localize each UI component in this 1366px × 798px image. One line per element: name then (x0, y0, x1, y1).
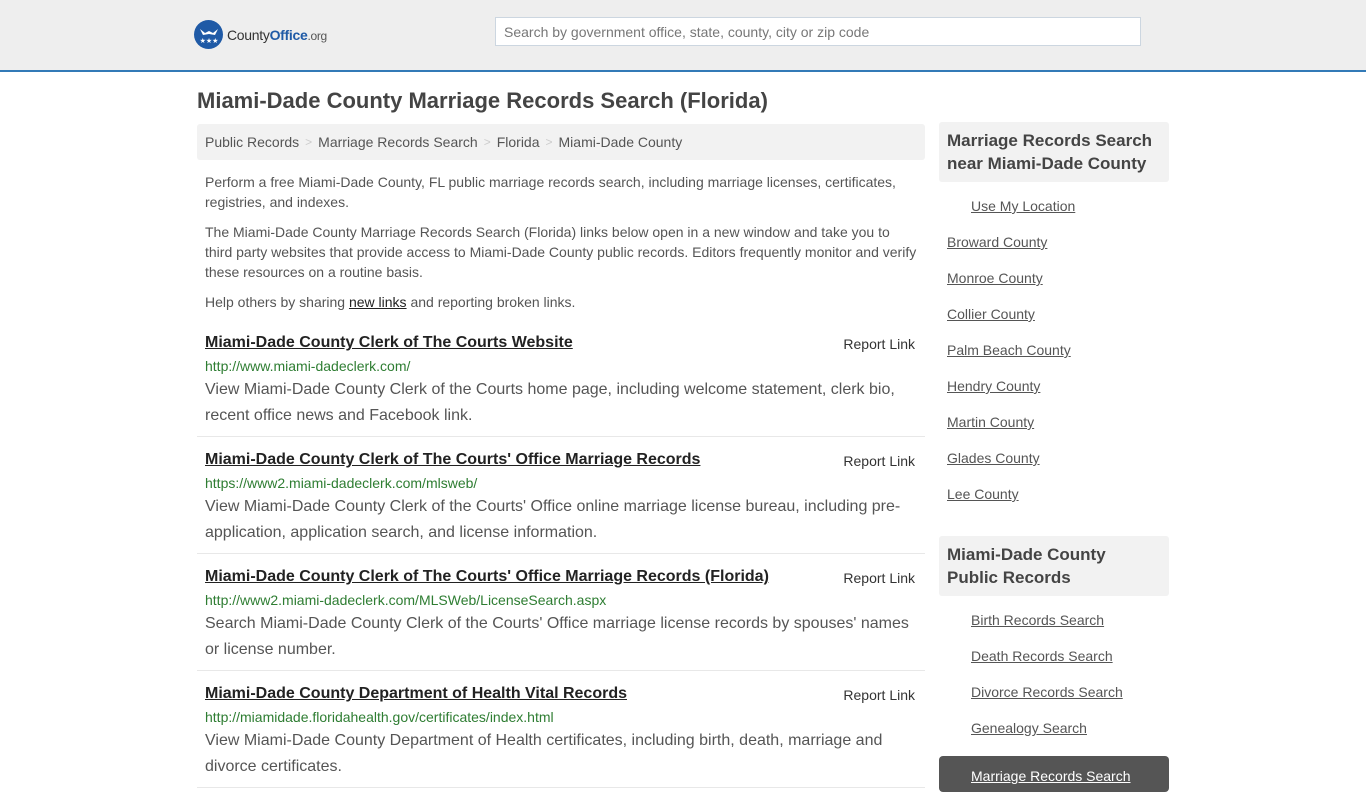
sidebar: Marriage Records Search near Miami-Dade … (939, 122, 1169, 792)
new-links-link[interactable]: new links (349, 294, 407, 310)
nearby-county-link[interactable]: Glades County (947, 450, 1040, 466)
nearby-county-link[interactable]: Collier County (947, 306, 1035, 322)
intro-paragraph: The Miami-Dade County Marriage Records S… (205, 224, 917, 280)
result-description: View Miami-Dade County Clerk of the Cour… (205, 381, 895, 424)
list-item: Use My Location (939, 196, 1169, 232)
divorce-records-link[interactable]: Divorce Records Search (971, 684, 1123, 700)
nearby-county-link[interactable]: Monroe County (947, 270, 1043, 286)
intro-paragraph: Perform a free Miami-Dade County, FL pub… (205, 174, 896, 210)
list-item: Birth Records Search (939, 610, 1169, 646)
breadcrumb-public-records[interactable]: Public Records (205, 134, 299, 150)
list-item-active: Marriage Records Search (939, 756, 1169, 792)
public-records-list: Birth Records Search Death Records Searc… (939, 596, 1169, 792)
result-title-link[interactable]: Miami-Dade County Clerk of The Courts' O… (205, 566, 769, 588)
birth-records-link[interactable]: Birth Records Search (971, 612, 1104, 628)
nearby-county-link[interactable]: Broward County (947, 234, 1047, 250)
list-item: Lee County (939, 484, 1169, 520)
breadcrumb-florida[interactable]: Florida (497, 134, 540, 150)
result-description: Search Miami-Dade County Clerk of the Co… (205, 615, 909, 658)
nearby-county-link[interactable]: Lee County (947, 486, 1019, 502)
breadcrumb-separator: > (305, 135, 313, 149)
report-link-button[interactable]: Report Link (843, 687, 915, 703)
breadcrumb: Public Records > Marriage Records Search… (197, 124, 925, 160)
intro-paragraph: Help others by sharing new links and rep… (205, 294, 576, 310)
result-url-link[interactable]: http://www2.miami-dadeclerk.com/MLSWeb/L… (205, 590, 917, 610)
result-description: View Miami-Dade County Clerk of the Cour… (205, 498, 901, 541)
result-item: Miami-Dade County Clerk of The Courts We… (197, 330, 925, 437)
result-item: Miami-Dade County Clerk of The Courts' O… (197, 447, 925, 554)
death-records-link[interactable]: Death Records Search (971, 648, 1113, 664)
site-header: ★★★ CountyOffice.org (0, 0, 1366, 72)
use-my-location-link[interactable]: Use My Location (971, 198, 1075, 214)
genealogy-link[interactable]: Genealogy Search (971, 720, 1087, 736)
logo-text: CountyOffice.org (227, 26, 327, 43)
marriage-records-link[interactable]: Marriage Records Search (971, 768, 1131, 784)
list-item: Monroe County (939, 268, 1169, 304)
page-title: Miami-Dade County Marriage Records Searc… (197, 88, 768, 113)
list-item: Death Records Search (939, 646, 1169, 682)
result-item: Miami-Dade County Clerk of The Courts' O… (197, 564, 925, 671)
public-records-heading: Miami-Dade County Public Records (939, 536, 1169, 596)
result-title-link[interactable]: Miami-Dade County Clerk of The Courts We… (205, 332, 573, 354)
nearby-county-link[interactable]: Martin County (947, 414, 1034, 430)
list-item: Genealogy Search (939, 718, 1169, 754)
breadcrumb-marriage-records-search[interactable]: Marriage Records Search (318, 134, 478, 150)
report-link-button[interactable]: Report Link (843, 453, 915, 469)
nearby-heading: Marriage Records Search near Miami-Dade … (939, 122, 1169, 182)
result-url-link[interactable]: http://miamidade.floridahealth.gov/certi… (205, 707, 917, 727)
report-link-button[interactable]: Report Link (843, 336, 915, 352)
main-content: Public Records > Marriage Records Search… (197, 124, 925, 798)
eagle-stars-badge-icon: ★★★ (194, 20, 223, 49)
list-item: Divorce Records Search (939, 682, 1169, 718)
list-item: Collier County (939, 304, 1169, 340)
list-item: Hendry County (939, 376, 1169, 412)
intro-text: Perform a free Miami-Dade County, FL pub… (197, 172, 925, 312)
search-input[interactable] (495, 17, 1141, 46)
nearby-county-link[interactable]: Palm Beach County (947, 342, 1071, 358)
nearby-list: Use My Location Broward County Monroe Co… (939, 182, 1169, 520)
report-link-button[interactable]: Report Link (843, 570, 915, 586)
svg-text:★★★: ★★★ (199, 37, 218, 45)
result-description: View Miami-Dade County Department of Hea… (205, 732, 883, 775)
result-url-link[interactable]: https://www2.miami-dadeclerk.com/mlsweb/ (205, 473, 917, 493)
breadcrumb-miami-dade-county[interactable]: Miami-Dade County (559, 134, 683, 150)
list-item: Palm Beach County (939, 340, 1169, 376)
result-item: Miami-Dade County Department of Health V… (197, 681, 925, 788)
result-url-link[interactable]: http://www.miami-dadeclerk.com/ (205, 356, 917, 376)
results-list: Miami-Dade County Clerk of The Courts We… (197, 330, 925, 788)
list-item: Glades County (939, 448, 1169, 484)
public-records-block: Miami-Dade County Public Records Birth R… (939, 536, 1169, 792)
site-logo[interactable]: ★★★ CountyOffice.org (194, 20, 327, 49)
nearby-county-link[interactable]: Hendry County (947, 378, 1040, 394)
result-title-link[interactable]: Miami-Dade County Clerk of The Courts' O… (205, 449, 700, 471)
list-item: Broward County (939, 232, 1169, 268)
list-item: Martin County (939, 412, 1169, 448)
result-title-link[interactable]: Miami-Dade County Department of Health V… (205, 683, 627, 705)
breadcrumb-separator: > (545, 135, 553, 149)
breadcrumb-separator: > (483, 135, 491, 149)
